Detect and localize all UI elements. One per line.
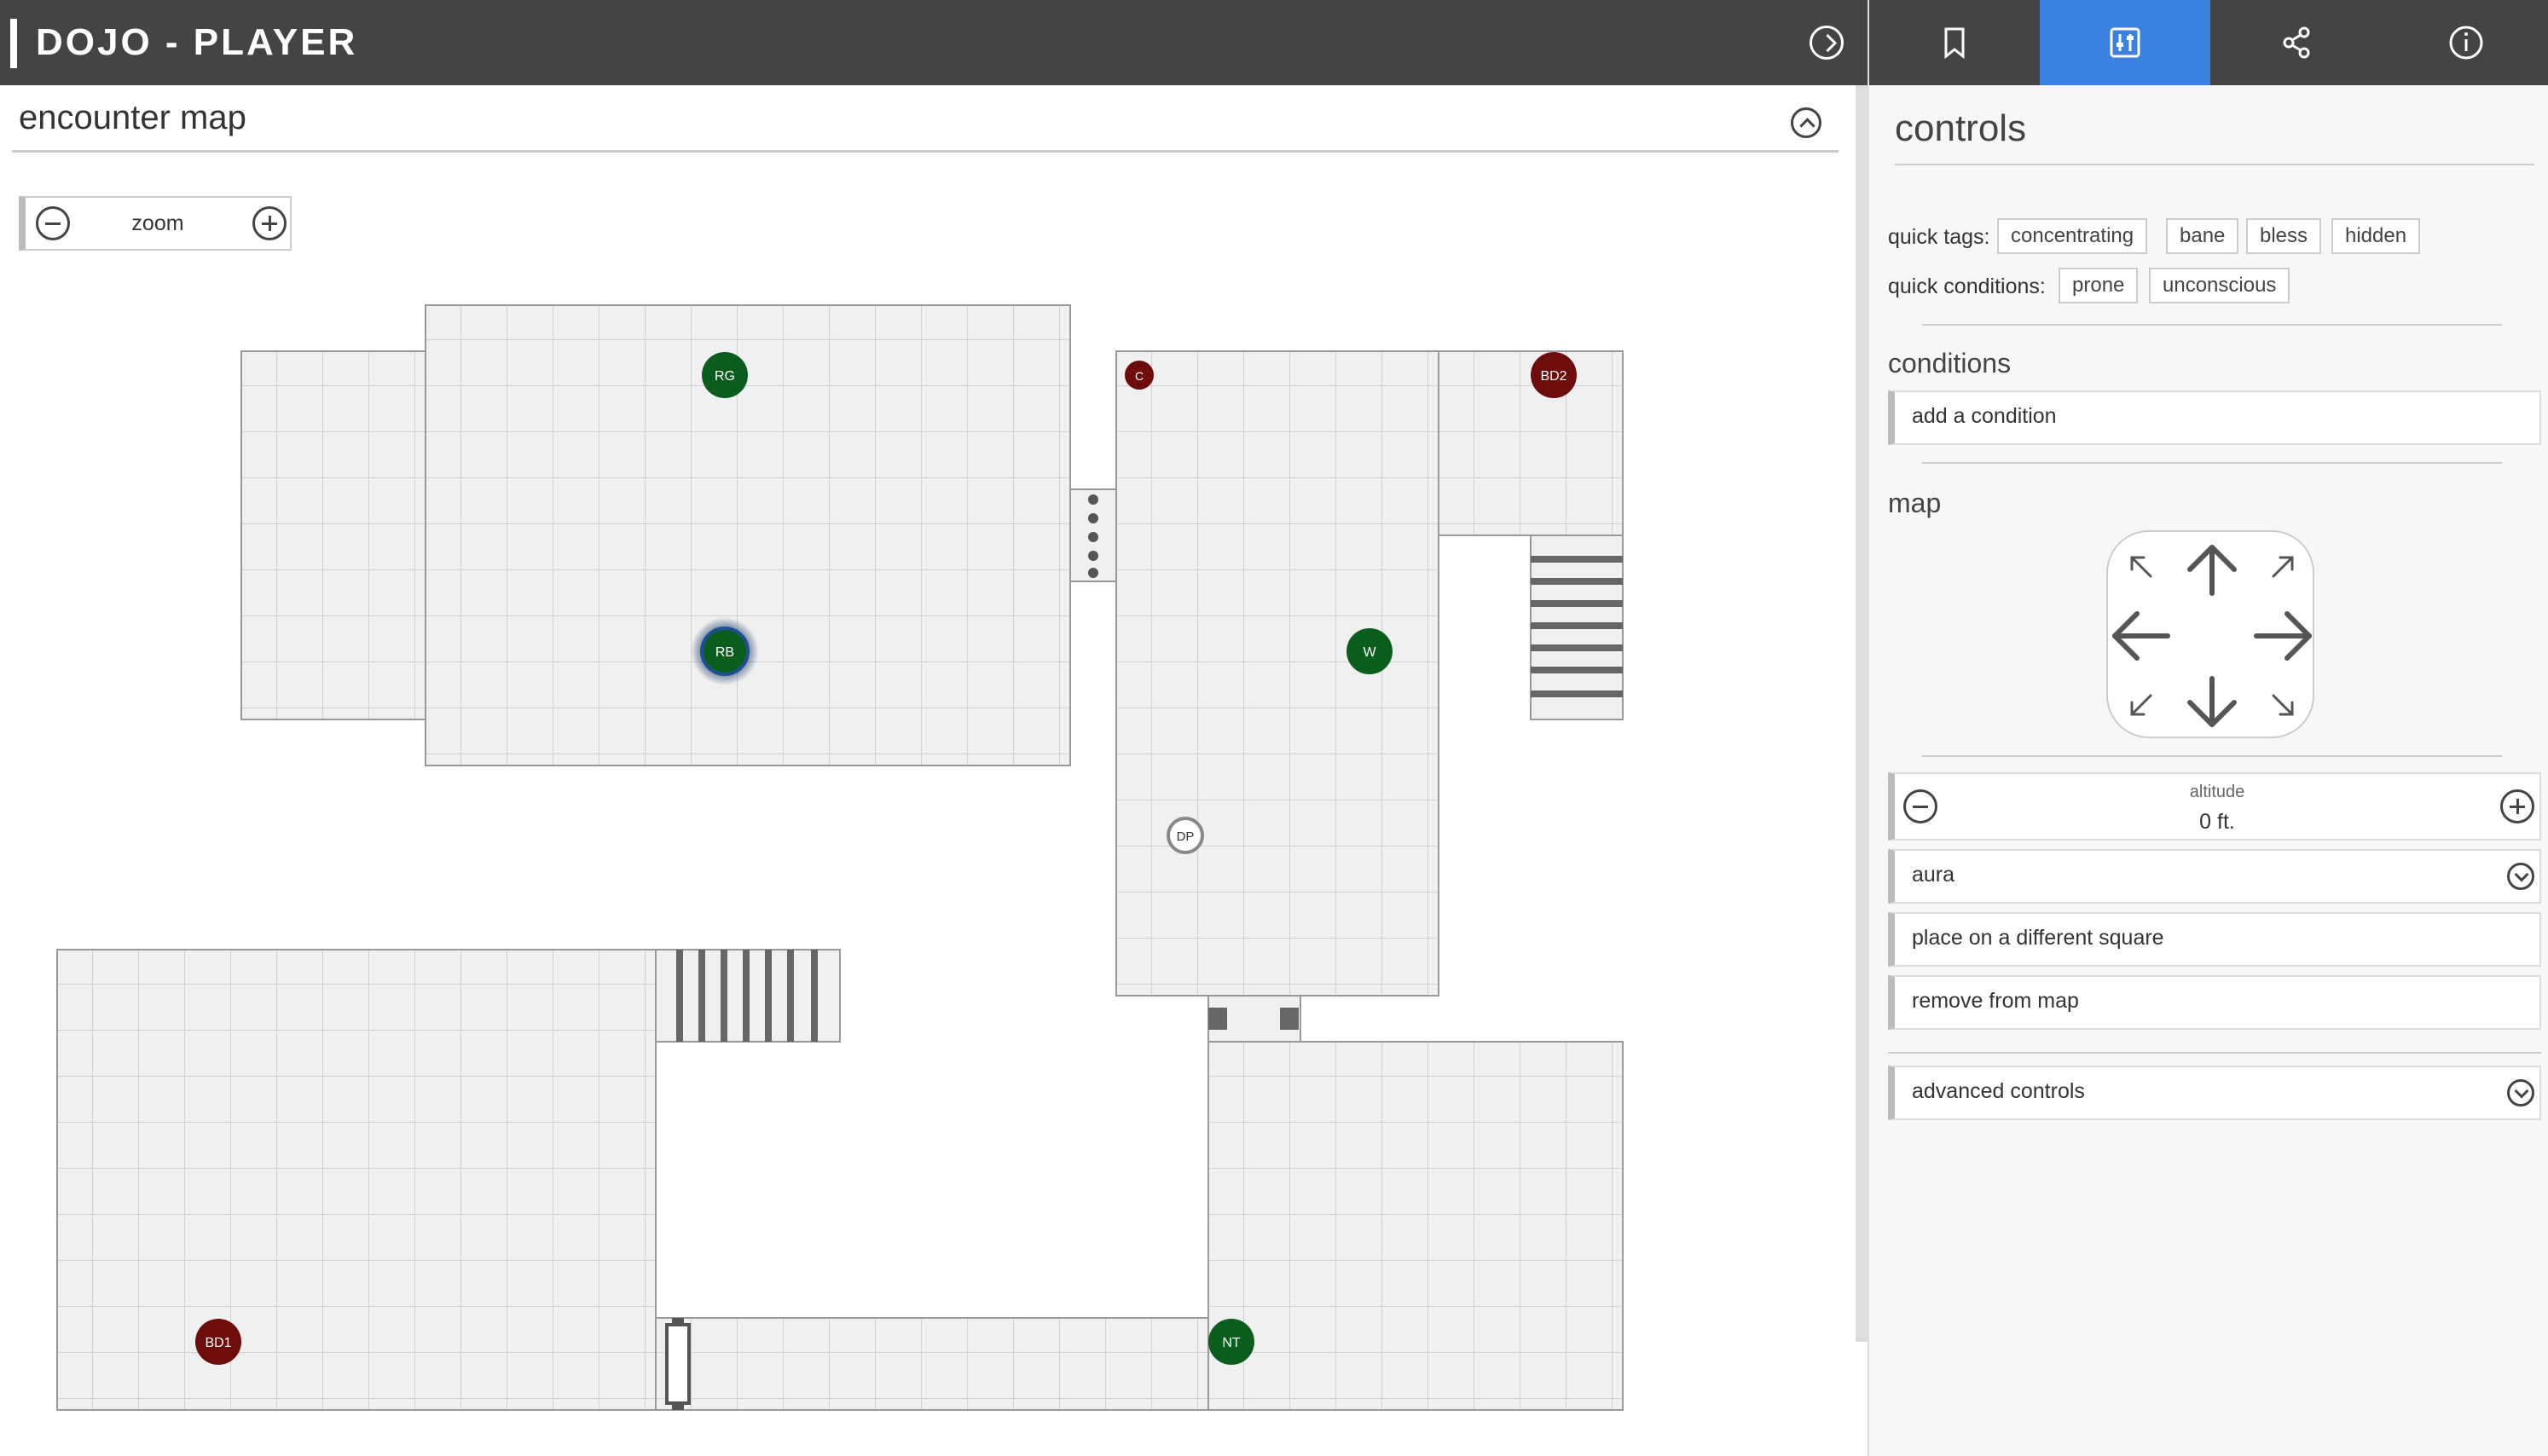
move-down-arrow-icon[interactable]	[2187, 676, 2237, 727]
move-up-right-arrow-icon[interactable]	[2272, 556, 2294, 578]
token-bd2[interactable]: BD2	[1531, 352, 1577, 398]
tags-divider	[1922, 324, 2502, 326]
move-up-arrow-icon[interactable]	[2187, 545, 2237, 596]
controls-divider	[1895, 164, 2534, 165]
map-controls-title: map	[1888, 488, 1942, 518]
svg-text:RG: RG	[715, 369, 735, 384]
share-icon	[2283, 26, 2310, 59]
tab-controls[interactable]	[2040, 0, 2210, 85]
svg-text:NT: NT	[1222, 1336, 1241, 1350]
conditions-title: conditions	[1888, 348, 2012, 378]
token-w[interactable]: W	[1346, 628, 1393, 674]
aura-label: aura	[1912, 863, 1955, 887]
chevron-down-icon	[2507, 863, 2534, 890]
altitude-label: altitude	[2189, 783, 2245, 801]
svg-text:BD1: BD1	[205, 1336, 231, 1350]
move-right-arrow-icon[interactable]	[2254, 611, 2312, 661]
tab-bookmark[interactable]	[1869, 0, 2040, 85]
conditions-divider	[1922, 462, 2502, 464]
quick-condition-prone[interactable]: prone	[2059, 268, 2139, 303]
move-up-left-arrow-icon[interactable]	[2130, 556, 2152, 578]
map-corridor	[655, 1317, 1209, 1411]
map-room-c	[1115, 350, 1439, 997]
altitude-control: altitude 0 ft.	[1888, 772, 2541, 841]
map-header-divider	[12, 150, 1839, 153]
token-nt[interactable]: NT	[1208, 1319, 1254, 1365]
advanced-controls-label: advanced controls	[1912, 1079, 2085, 1103]
remove-from-map-button[interactable]: remove from map	[1888, 975, 2541, 1030]
altitude-value: 0 ft.	[2199, 810, 2235, 834]
encounter-map[interactable]: RG RB C BD2 W DP BD1 NT	[0, 155, 1856, 1456]
quick-condition-unconscious[interactable]: unconscious	[2149, 268, 2290, 303]
svg-text:BD2: BD2	[1540, 369, 1566, 384]
svg-text:W: W	[1363, 645, 1376, 660]
token-c[interactable]: C	[1125, 361, 1154, 390]
map-divider	[1922, 755, 2502, 757]
svg-text:C: C	[1135, 369, 1144, 383]
app-title: DOJO - PLAYER	[36, 21, 358, 63]
move-left-arrow-icon[interactable]	[2112, 611, 2170, 661]
svg-text:DP: DP	[1177, 829, 1195, 844]
svg-text:RB: RB	[715, 645, 734, 660]
panel-tabs	[1869, 0, 2548, 85]
map-scrollbar[interactable]	[1856, 85, 1868, 1342]
tab-share[interactable]	[2210, 0, 2381, 85]
title-accent	[10, 19, 17, 68]
bookmark-icon	[1944, 27, 1965, 60]
quick-tags-label: quick tags:	[1888, 225, 1990, 249]
collapse-map-icon[interactable]	[1791, 107, 1821, 138]
quick-tag-bless[interactable]: bless	[2246, 218, 2322, 254]
tab-info[interactable]	[2381, 0, 2548, 85]
chevron-down-icon	[2507, 1079, 2534, 1106]
map-room-d	[1438, 350, 1624, 536]
altitude-increase-button[interactable]	[2500, 789, 2534, 823]
advanced-controls-dropdown[interactable]: advanced controls	[1888, 1066, 2541, 1120]
movement-dpad	[2106, 530, 2314, 738]
aura-dropdown[interactable]: aura	[1888, 849, 2541, 904]
move-down-left-arrow-icon[interactable]	[2130, 694, 2152, 716]
quick-tag-concentrating[interactable]: concentrating	[1997, 218, 2148, 254]
map-room-b	[425, 304, 1071, 766]
controls-title: controls	[1895, 107, 2027, 149]
controls-panel: controls quick tags: concentrating bane …	[1869, 0, 2548, 1456]
advanced-divider	[1888, 1052, 2541, 1054]
top-bar: DOJO - PLAYER	[0, 0, 1869, 85]
place-different-square-button[interactable]: place on a different square	[1888, 912, 2541, 967]
move-down-right-arrow-icon[interactable]	[2272, 694, 2294, 716]
dpad-arrows	[2112, 545, 2312, 727]
add-condition-label: add a condition	[1912, 404, 2057, 428]
remove-from-map-label: remove from map	[1912, 989, 2079, 1013]
quick-tag-bane[interactable]: bane	[2166, 218, 2239, 254]
map-room-a	[240, 350, 426, 720]
token-bd1[interactable]: BD1	[195, 1319, 241, 1365]
token-dp[interactable]: DP	[1167, 817, 1204, 854]
sliders-icon	[2110, 27, 2140, 58]
place-different-square-label: place on a different square	[1912, 926, 2164, 950]
map-title: encounter map	[19, 99, 246, 136]
expand-panel-icon[interactable]	[1810, 26, 1844, 60]
info-icon	[2449, 26, 2483, 60]
quick-tag-hidden[interactable]: hidden	[2331, 218, 2421, 254]
map-room-e	[1207, 1041, 1624, 1411]
map-room-f	[56, 949, 657, 1411]
map-header: encounter map	[0, 85, 1842, 155]
add-condition-field[interactable]: add a condition	[1888, 390, 2541, 445]
quick-conditions-label: quick conditions:	[1888, 274, 2046, 298]
token-rb[interactable]: RB	[691, 617, 759, 685]
token-rg[interactable]: RG	[702, 352, 748, 398]
